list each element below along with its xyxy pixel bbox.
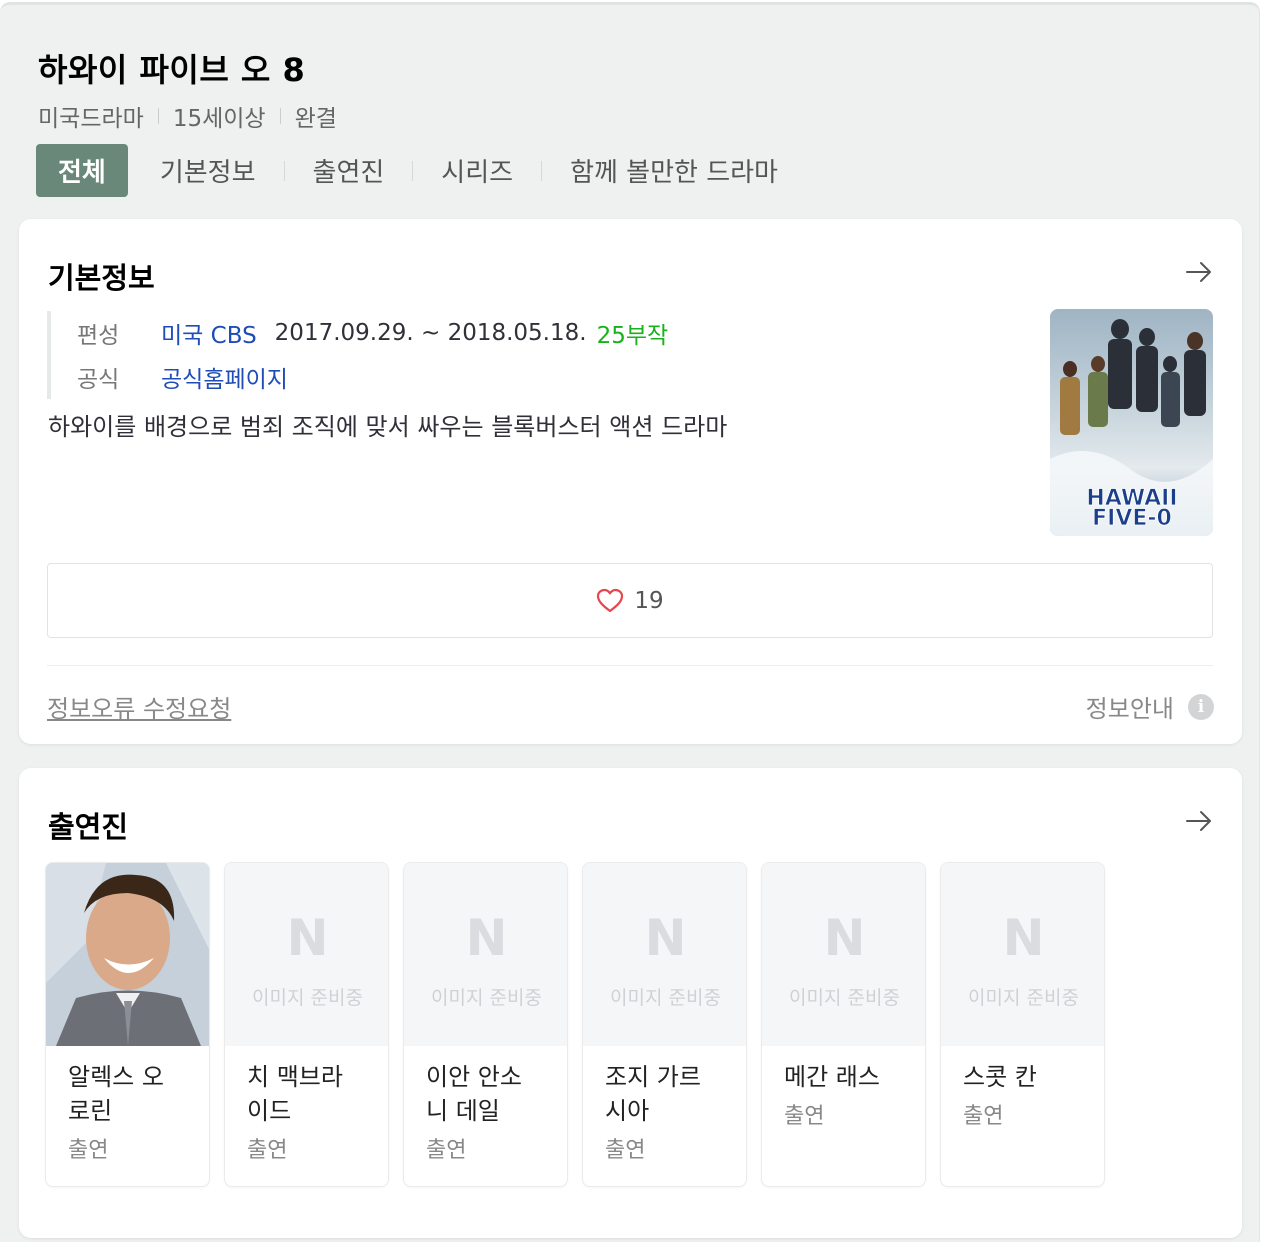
- genre-label: 미국드라마: [38, 106, 144, 132]
- cast-list: 알렉스 오 로린 출연 N 이미지 준비중 치 맥브라 이드 출연 N 이미지 …: [45, 862, 1119, 1187]
- divider: [47, 665, 1213, 666]
- placeholder-text: 이미지 준비중: [968, 987, 1079, 1009]
- tab-bar: 전체 기본정보 출연진 시리즈 함께 볼만한 드라마: [36, 144, 806, 197]
- basic-info-title: 기본정보: [48, 261, 155, 295]
- placeholder-text: 이미지 준비중: [431, 987, 542, 1009]
- placeholder-text: 이미지 준비중: [610, 987, 721, 1009]
- drama-poster[interactable]: HAWAII FIVE-0: [1050, 309, 1213, 536]
- cast-name: 조지 가르 시아: [605, 1063, 701, 1125]
- tab-series[interactable]: 시리즈: [413, 144, 541, 197]
- placeholder-text: 이미지 준비중: [252, 987, 363, 1009]
- cast-name: 이안 안소 니 데일: [426, 1063, 522, 1125]
- arrow-right-icon[interactable]: [1184, 257, 1214, 287]
- naver-logo-icon: N: [823, 909, 866, 967]
- cast-role: 출연: [784, 1104, 825, 1129]
- episode-count: 25부작: [596, 323, 669, 349]
- rating-label: 15세이상: [172, 106, 266, 132]
- tab-cast[interactable]: 출연진: [285, 144, 413, 197]
- official-homepage-link[interactable]: 공식홈페이지: [161, 360, 288, 394]
- divider: [157, 108, 159, 124]
- official-label: 공식: [77, 367, 120, 393]
- cast-role: 출연: [247, 1138, 288, 1163]
- cast-name: 알렉스 오 로린: [68, 1063, 164, 1125]
- cast-member-card[interactable]: N 이미지 준비중 메간 래스 출연: [761, 862, 926, 1187]
- info-guide-label: 정보안내: [1085, 695, 1174, 723]
- tab-all[interactable]: 전체: [36, 144, 128, 197]
- image-placeholder: N 이미지 준비중: [941, 863, 1104, 1046]
- broadcast-info: 편성 미국 CBS 2017.09.29. ~ 2018.05.18. 25부작…: [47, 311, 668, 399]
- naver-logo-icon: N: [1002, 909, 1045, 967]
- cast-card: 출연진 알렉스 오 로린 출연 N 이미지 준비중 치 맥브라 이드 출연 N …: [19, 768, 1242, 1238]
- like-button[interactable]: 19: [47, 563, 1213, 638]
- naver-logo-icon: N: [644, 909, 687, 967]
- cast-member-card[interactable]: 알렉스 오 로린 출연: [45, 862, 210, 1187]
- tab-related-dramas[interactable]: 함께 볼만한 드라마: [542, 144, 806, 197]
- info-guide-button[interactable]: 정보안내 i: [1086, 689, 1214, 724]
- tab-basic-info[interactable]: 기본정보: [132, 144, 284, 197]
- cast-member-card[interactable]: N 이미지 준비중 스콧 칸 출연: [940, 862, 1105, 1187]
- poster-title-line2: FIVE-0: [1092, 506, 1172, 531]
- divider: [279, 108, 281, 124]
- cast-name: 스콧 칸: [963, 1063, 1037, 1091]
- image-placeholder: N 이미지 준비중: [225, 863, 388, 1046]
- image-placeholder: N 이미지 준비중: [762, 863, 925, 1046]
- page-title: 하와이 파이브 오 8: [38, 51, 306, 89]
- broadcast-label: 편성: [77, 323, 120, 349]
- cast-member-card[interactable]: N 이미지 준비중 이안 안소 니 데일 출연: [403, 862, 568, 1187]
- heart-icon: [597, 588, 624, 612]
- broadcast-row: 편성 미국 CBS 2017.09.29. ~ 2018.05.18. 25부작: [77, 311, 668, 355]
- channel-link[interactable]: 미국 CBS: [161, 316, 257, 350]
- cast-role: 출연: [426, 1138, 467, 1163]
- basic-info-card: 기본정보 편성 미국 CBS 2017.09.29. ~ 2018.05.18.…: [19, 219, 1242, 744]
- image-placeholder: N 이미지 준비중: [404, 863, 567, 1046]
- cast-title: 출연진: [48, 810, 129, 844]
- cast-photo: [46, 863, 209, 1046]
- naver-logo-icon: N: [286, 909, 329, 967]
- info-icon: i: [1188, 693, 1214, 720]
- arrow-right-icon[interactable]: [1184, 806, 1214, 836]
- naver-logo-icon: N: [465, 909, 508, 967]
- cast-member-card[interactable]: N 이미지 준비중 조지 가르 시아 출연: [582, 862, 747, 1187]
- report-error-link[interactable]: 정보오류 수정요청: [47, 689, 231, 724]
- cast-name: 치 맥브라 이드: [247, 1063, 343, 1125]
- broadcast-dates: 2017.09.29. ~ 2018.05.18.: [274, 320, 587, 346]
- cast-name: 메간 래스: [784, 1063, 880, 1091]
- meta-info: 미국드라마 15세이상 완결: [38, 99, 337, 133]
- placeholder-text: 이미지 준비중: [789, 987, 900, 1009]
- image-placeholder: N 이미지 준비중: [583, 863, 746, 1046]
- cast-member-card[interactable]: N 이미지 준비중 치 맥브라 이드 출연: [224, 862, 389, 1187]
- like-count: 19: [634, 587, 664, 614]
- cast-role: 출연: [605, 1138, 646, 1163]
- drama-info-panel: 하와이 파이브 오 8 미국드라마 15세이상 완결 전체 기본정보 출연진 시…: [0, 2, 1260, 1242]
- drama-description: 하와이를 배경으로 범죄 조직에 맞서 싸우는 블록버스터 액션 드라마: [48, 413, 728, 441]
- cast-role: 출연: [963, 1104, 1004, 1129]
- cast-role: 출연: [68, 1138, 109, 1163]
- status-label: 완결: [294, 106, 337, 132]
- official-row: 공식 공식홈페이지: [77, 355, 668, 399]
